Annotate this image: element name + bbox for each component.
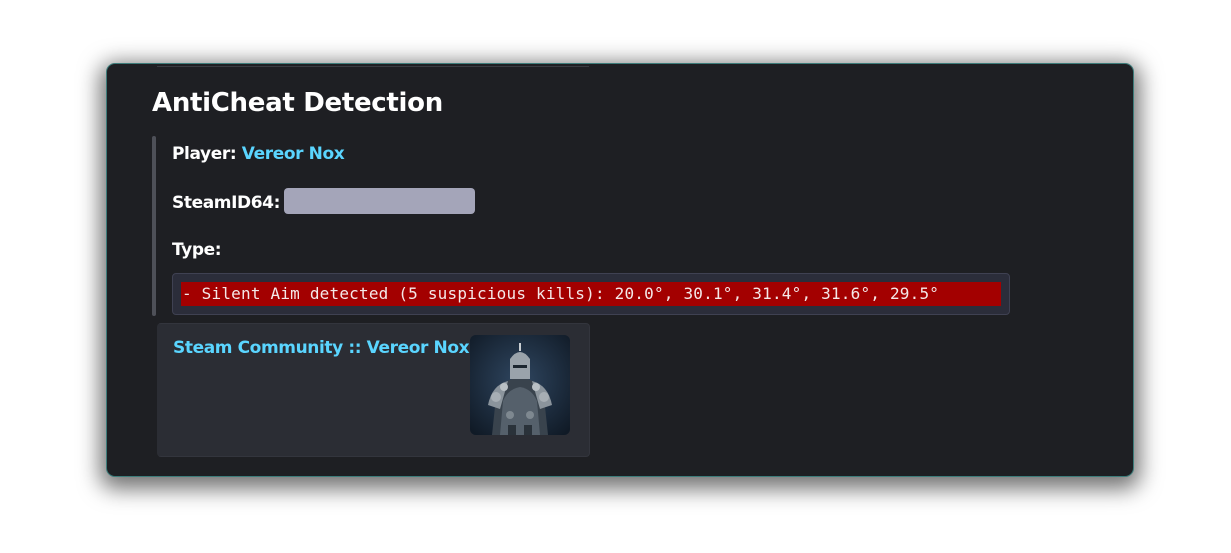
player-name-link[interactable]: Vereor Nox <box>242 144 345 164</box>
link-embed: Steam Community :: Vereor Nox <box>157 323 590 457</box>
type-field: Type: <box>172 240 222 260</box>
blockquote-bar <box>152 136 156 316</box>
player-field: Player: Vereor Nox <box>172 144 345 164</box>
knight-avatar-image[interactable] <box>470 335 570 435</box>
blockquote: Player: Vereor Nox SteamID64: Type: - Si… <box>152 136 1012 316</box>
steamid-spoiler[interactable] <box>283 188 475 214</box>
embed-title-link[interactable]: Steam Community :: Vereor Nox <box>173 338 470 358</box>
message-title: AntiCheat Detection <box>152 88 443 118</box>
player-label: Player: <box>172 144 237 164</box>
knight-avatar-icon <box>470 335 570 435</box>
detection-line: - Silent Aim detected (5 suspicious kill… <box>181 282 1001 306</box>
code-block: - Silent Aim detected (5 suspicious kill… <box>172 273 1010 315</box>
type-label: Type: <box>172 240 222 260</box>
steamid-label: SteamID64: <box>172 193 280 213</box>
steamid-field: SteamID64: <box>172 188 475 216</box>
message-card: AntiCheat Detection Player: Vereor Nox S… <box>106 63 1134 477</box>
divider <box>157 66 589 67</box>
